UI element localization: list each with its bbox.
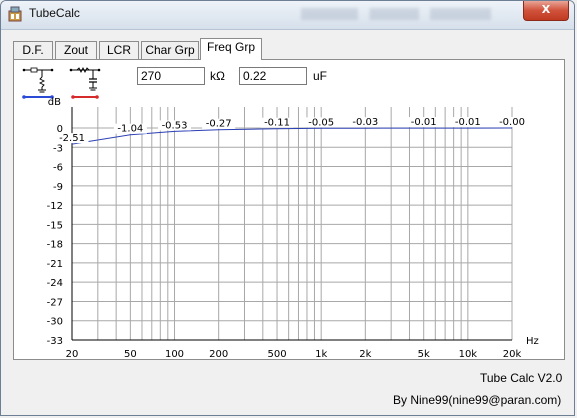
x-tick-label: 200 [209,349,228,359]
data-label: -2.51 [59,133,85,144]
y-tick-label: -6 [53,163,63,174]
x-tick-label: 5k [418,349,430,359]
x-tick-label: 100 [165,349,184,359]
y-tick-label: -33 [47,336,63,347]
y-tick-label: -27 [47,297,63,308]
y-tick-label: -15 [47,220,63,231]
app-window: TubeCalc X D.F. Zout LCR Char Grp Freq G… [0,0,575,416]
y-axis-title: dB [48,97,61,108]
author-label: By Nine99(nine99@paran.com) [393,393,562,407]
data-label: -0.05 [308,117,334,128]
x-tick-label: 10k [459,349,478,359]
data-label: -0.27 [206,119,232,130]
y-tick-label: -24 [47,278,63,289]
close-button[interactable]: X [523,1,569,21]
data-label: -0.53 [162,120,188,131]
version-label: Tube Calc V2.0 [480,371,563,385]
data-label: -0.01 [411,117,437,128]
y-tick-label: -9 [53,182,63,193]
tab-df[interactable]: D.F. [13,41,53,59]
x-tick-label: 50 [124,349,137,359]
tab-lcr[interactable]: LCR [99,41,139,59]
y-tick-label: -30 [47,317,63,328]
freq-graph-panel: kΩ uF 0-3-6-9-12-15-18-21-24-27-30-33dB2… [13,59,565,360]
data-label: -0.01 [455,117,481,128]
y-tick-label: -12 [47,201,63,212]
x-tick-label: 20k [503,349,522,359]
title-bar[interactable]: TubeCalc X [1,1,574,30]
data-label: -0.00 [499,117,525,128]
x-tick-label: 20 [66,349,79,359]
y-tick-label: -21 [47,259,63,270]
tab-freq-grp[interactable]: Freq Grp [200,38,262,60]
data-label: -0.11 [264,118,290,129]
x-tick-label: 2k [359,349,371,359]
tab-zout[interactable]: Zout [55,41,97,59]
data-label: -1.04 [117,124,143,135]
tab-control: D.F. Zout LCR Char Grp Freq Grp 270 kΩ 0… [13,38,565,360]
data-label: -0.03 [352,117,378,128]
y-tick-label: -3 [53,143,63,154]
blurred-background-text [301,8,491,20]
tab-char-grp[interactable]: Char Grp [141,41,199,59]
y-tick-label: -18 [47,240,63,251]
frequency-response-chart: 0-3-6-9-12-15-18-21-24-27-30-33dB20 50 100… [47,97,539,359]
x-tick-label: 500 [267,349,286,359]
app-icon [8,6,22,22]
x-axis-title: Hz [526,336,539,347]
x-tick-label: 1k [315,349,327,359]
window-title: TubeCalc [29,6,80,20]
